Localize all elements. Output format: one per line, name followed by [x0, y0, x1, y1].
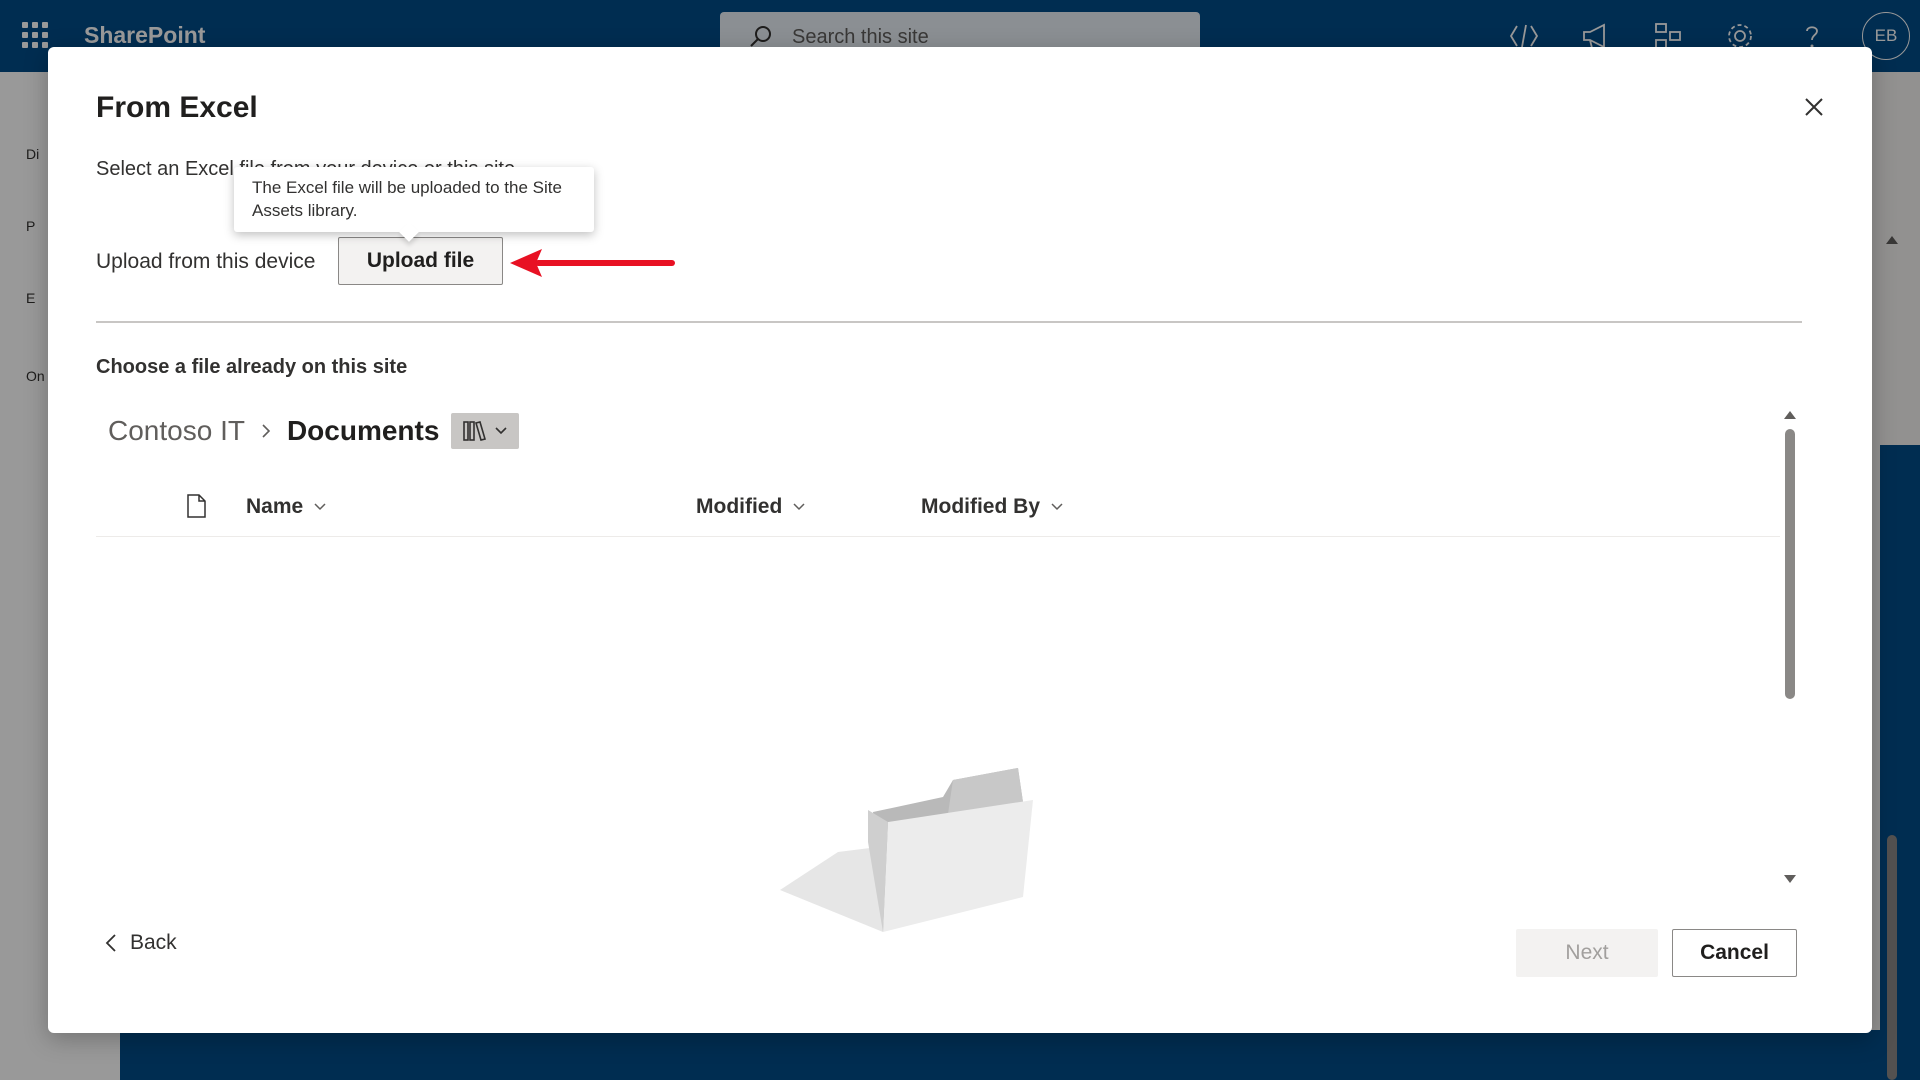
column-name-label: Name	[246, 495, 304, 518]
tooltip-text: The Excel file will be uploaded to the S…	[252, 178, 562, 220]
scroll-down-arrow-icon[interactable]	[1784, 875, 1796, 883]
upload-file-button[interactable]: Upload file	[338, 237, 503, 285]
library-icon	[463, 421, 487, 441]
file-type-icon	[187, 494, 206, 518]
from-excel-dialog: From Excel Select an Excel file from you…	[48, 47, 1872, 1033]
upload-tooltip: The Excel file will be uploaded to the S…	[234, 167, 594, 242]
next-button[interactable]: Next	[1516, 929, 1658, 977]
chevron-right-icon	[262, 424, 271, 438]
scroll-up-arrow-icon[interactable]	[1784, 411, 1796, 419]
library-view-button[interactable]	[451, 413, 520, 449]
chevron-left-icon	[105, 934, 116, 952]
chevron-down-icon	[793, 503, 805, 511]
back-label: Back	[130, 931, 177, 954]
breadcrumb: Contoso IT Documents	[108, 409, 520, 453]
section-divider	[96, 321, 1802, 323]
site-files-section-title: Choose a file already on this site	[96, 356, 408, 378]
breadcrumb-site[interactable]: Contoso IT	[108, 415, 245, 447]
back-button[interactable]: Back	[104, 931, 177, 955]
red-arrow-annotation	[510, 249, 675, 277]
file-list-scrollbar[interactable]	[1780, 407, 1800, 887]
column-header-name[interactable]: Name	[246, 495, 327, 519]
column-header-modified[interactable]: Modified	[696, 495, 806, 519]
file-list-header: Name Modified Modified By	[96, 479, 1780, 537]
chevron-down-icon	[1051, 503, 1063, 511]
chevron-down-icon	[314, 503, 326, 511]
chevron-down-icon	[495, 427, 507, 435]
column-header-modified-by[interactable]: Modified By	[921, 495, 1064, 519]
cancel-button[interactable]: Cancel	[1672, 929, 1797, 977]
close-icon[interactable]	[1796, 89, 1832, 125]
scroll-thumb[interactable]	[1785, 429, 1795, 699]
column-modified-label: Modified	[696, 495, 783, 518]
dialog-title: From Excel	[96, 91, 258, 124]
upload-label: Upload from this device	[96, 250, 316, 273]
column-modified-by-label: Modified By	[921, 495, 1040, 518]
breadcrumb-library[interactable]: Documents	[287, 415, 439, 447]
empty-folder-icon	[780, 768, 1033, 932]
